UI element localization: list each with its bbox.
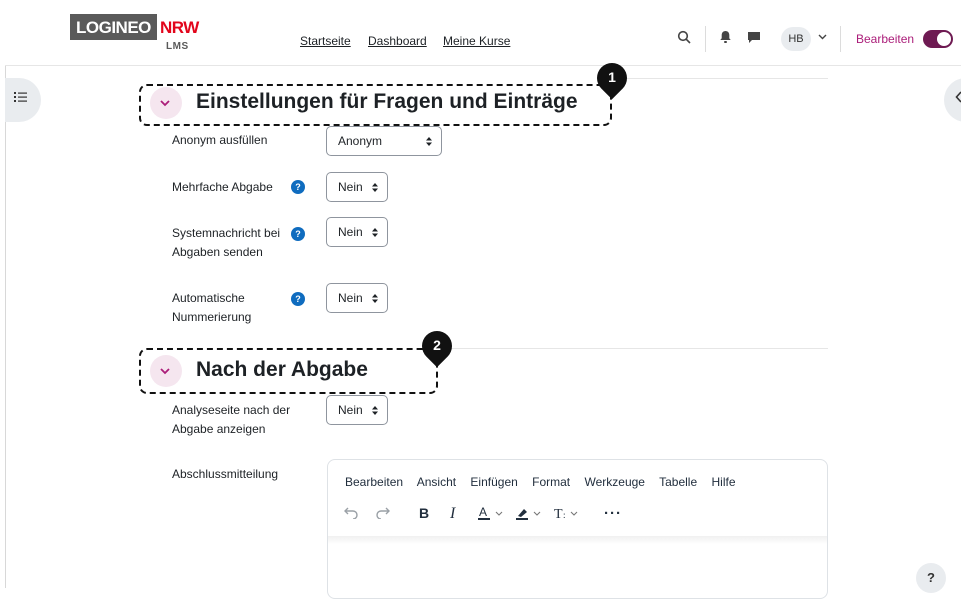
callout-number-1: 1: [608, 69, 616, 85]
field-label-mehrfache-abgabe: Mehrfache Abgabe: [172, 180, 273, 194]
chevron-left-icon: [955, 91, 961, 106]
svg-text:A: A: [479, 505, 487, 519]
select-arrows-icon: [371, 182, 379, 193]
menu-bearbeiten[interactable]: Bearbeiten: [345, 475, 403, 489]
logo-subtitle: LMS: [166, 41, 189, 52]
select-arrows-icon: [371, 227, 379, 238]
avatar[interactable]: HB: [781, 27, 811, 51]
edit-mode-label: Bearbeiten: [856, 32, 915, 46]
select-systemnachricht[interactable]: Nein: [326, 217, 388, 247]
label-line: Abgabe anzeigen: [172, 422, 266, 436]
section-divider: [615, 78, 828, 79]
select-value: Nein: [338, 225, 363, 239]
text-size-icon[interactable]: T:: [554, 505, 584, 525]
help-icon[interactable]: ?: [291, 292, 305, 306]
field-label-systemnachricht: Systemnachricht bei Abgaben senden: [172, 224, 280, 262]
label-line: Abgaben senden: [172, 245, 263, 259]
label-line: Nummerierung: [172, 310, 252, 324]
select-value: Nein: [338, 403, 363, 417]
menu-tabelle[interactable]: Tabelle: [659, 475, 697, 489]
nav-divider: [705, 26, 706, 52]
select-value: Anonym: [338, 134, 383, 148]
edit-mode-toggle[interactable]: [923, 30, 953, 48]
select-value: Nein: [338, 291, 363, 305]
menu-einfuegen[interactable]: Einfügen: [470, 475, 517, 489]
bell-icon[interactable]: [719, 30, 732, 47]
highlight-box-2: [139, 348, 438, 394]
rich-text-editor[interactable]: Bearbeiten Ansicht Einfügen Format Werkz…: [327, 459, 828, 599]
highlight-box-1: [139, 84, 612, 126]
help-icon[interactable]: ?: [291, 227, 305, 241]
select-arrows-icon: [371, 293, 379, 304]
more-icon[interactable]: ···: [604, 505, 622, 522]
select-anonym[interactable]: Anonym: [326, 126, 442, 156]
field-label-anonym: Anonym ausfüllen: [172, 133, 268, 147]
italic-icon[interactable]: I: [450, 505, 455, 523]
editor-toolbar-shadow: [328, 536, 827, 544]
select-mehrfache-abgabe[interactable]: Nein: [326, 172, 388, 202]
highlight-icon[interactable]: [516, 505, 544, 525]
select-nummerierung[interactable]: Nein: [326, 283, 388, 313]
help-button[interactable]: ?: [916, 563, 946, 593]
field-label-analyseseite: Analyseseite nach der Abgabe anzeigen: [172, 401, 290, 439]
redo-icon[interactable]: [376, 505, 390, 523]
nav-link-startseite[interactable]: Startseite: [300, 34, 351, 48]
select-analyseseite[interactable]: Nein: [326, 395, 388, 425]
label-line: Automatische: [172, 291, 245, 305]
menu-hilfe[interactable]: Hilfe: [711, 475, 735, 489]
select-arrows-icon: [371, 405, 379, 416]
top-navbar: LOGINEO NRW LMS Startseite Dashboard Mei…: [5, 12, 961, 66]
label-line: Analyseseite nach der: [172, 403, 291, 417]
toggle-knob: [937, 32, 951, 46]
nav-link-dashboard[interactable]: Dashboard: [368, 34, 427, 48]
chat-icon[interactable]: [747, 30, 761, 47]
menu-werkzeuge[interactable]: Werkzeuge: [585, 475, 645, 489]
undo-icon[interactable]: [344, 505, 358, 523]
select-value: Nein: [338, 180, 363, 194]
list-icon: [14, 91, 27, 106]
editor-menubar: Bearbeiten Ansicht Einfügen Format Werkz…: [345, 475, 747, 489]
svg-text:T: T: [554, 507, 563, 521]
svg-text::: :: [563, 510, 566, 520]
field-label-abschlussmitteilung: Abschlussmitteilung: [172, 467, 279, 481]
help-icon[interactable]: ?: [291, 180, 305, 194]
section-divider: [440, 348, 828, 349]
callout-number-2: 2: [433, 337, 441, 353]
nav-divider: [840, 26, 841, 52]
menu-format[interactable]: Format: [532, 475, 570, 489]
logo-text-right: NRW: [160, 18, 199, 37]
menu-ansicht[interactable]: Ansicht: [417, 475, 456, 489]
search-icon[interactable]: [677, 30, 691, 47]
logo-text-left: LOGINEO: [70, 14, 157, 40]
field-label-nummerierung: Automatische Nummerierung: [172, 289, 251, 327]
text-color-icon[interactable]: A: [478, 505, 506, 525]
nav-link-meine-kurse[interactable]: Meine Kurse: [443, 34, 510, 48]
select-arrows-icon: [425, 136, 433, 147]
chevron-down-icon[interactable]: [818, 32, 827, 44]
label-line: Systemnachricht bei: [172, 226, 281, 240]
bold-icon[interactable]: B: [419, 505, 429, 521]
